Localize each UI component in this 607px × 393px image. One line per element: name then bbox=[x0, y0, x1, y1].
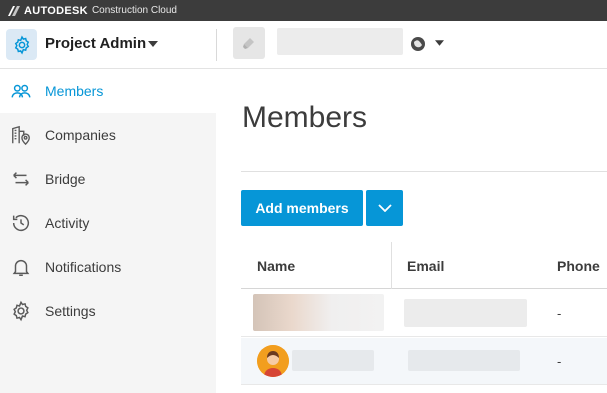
page-title: Members bbox=[242, 101, 368, 134]
column-resize-handle[interactable] bbox=[391, 242, 392, 289]
gear-icon bbox=[9, 299, 33, 323]
people-icon bbox=[9, 79, 33, 103]
chevron-down-icon bbox=[377, 204, 392, 212]
member-email-redacted bbox=[404, 299, 527, 327]
member-name-redacted bbox=[253, 294, 384, 331]
product-name: Construction Cloud bbox=[91, 5, 177, 16]
sidebar-item-label: Bridge bbox=[45, 171, 86, 187]
project-name-redacted[interactable] bbox=[277, 28, 403, 55]
member-phone: - bbox=[557, 354, 562, 369]
add-members-menu-button[interactable] bbox=[366, 190, 403, 226]
sidebar-item-settings[interactable]: Settings bbox=[0, 289, 216, 333]
bridge-arrows-icon bbox=[9, 167, 33, 191]
brand-name: AUTODESK bbox=[24, 4, 88, 17]
add-members-button[interactable]: Add members bbox=[241, 190, 363, 226]
table-row[interactable]: - bbox=[241, 338, 607, 385]
sidebar-item-members[interactable]: Members bbox=[0, 69, 216, 113]
table-header: Name Email Phone bbox=[241, 242, 607, 289]
sidebar-nav: Members Companies Bridge Activity Notifi… bbox=[0, 69, 216, 393]
header-divider bbox=[216, 29, 217, 61]
sidebar-item-label: Members bbox=[45, 83, 104, 99]
chevron-down-icon[interactable] bbox=[148, 41, 158, 47]
app-header: Project Admin bbox=[0, 21, 607, 69]
history-icon bbox=[9, 211, 33, 235]
avatar bbox=[257, 345, 289, 377]
member-phone: - bbox=[557, 306, 562, 321]
sidebar-item-bridge[interactable]: Bridge bbox=[0, 157, 216, 201]
module-icon-tile[interactable] bbox=[6, 29, 37, 60]
gear-icon bbox=[14, 34, 29, 55]
chevron-down-icon[interactable] bbox=[435, 40, 444, 46]
building-pin-icon bbox=[9, 123, 33, 147]
bell-icon bbox=[9, 255, 33, 279]
brand-bar: AUTODESK Construction Cloud bbox=[0, 0, 607, 21]
table-row[interactable]: - bbox=[241, 290, 607, 337]
title-divider bbox=[241, 171, 607, 172]
sidebar-item-label: Notifications bbox=[45, 259, 122, 275]
member-email-redacted bbox=[408, 350, 520, 371]
column-header-name[interactable]: Name bbox=[257, 258, 295, 274]
sidebar-item-notifications[interactable]: Notifications bbox=[0, 245, 216, 289]
sidebar-item-label: Companies bbox=[45, 127, 116, 143]
module-switcher-label[interactable]: Project Admin bbox=[45, 35, 146, 52]
sidebar-item-label: Activity bbox=[45, 215, 90, 231]
member-name-redacted bbox=[292, 350, 374, 371]
user-avatar-icon bbox=[257, 345, 289, 377]
sidebar-item-activity[interactable]: Activity bbox=[0, 201, 216, 245]
sidebar-item-companies[interactable]: Companies bbox=[0, 113, 216, 157]
sidebar-item-label: Settings bbox=[45, 303, 96, 319]
globe-icon[interactable] bbox=[410, 36, 426, 52]
column-header-phone[interactable]: Phone bbox=[557, 258, 600, 274]
autodesk-logo-icon bbox=[8, 5, 20, 16]
project-thumbnail[interactable] bbox=[233, 27, 265, 59]
project-placeholder-icon bbox=[243, 38, 254, 49]
column-header-email[interactable]: Email bbox=[407, 258, 444, 274]
